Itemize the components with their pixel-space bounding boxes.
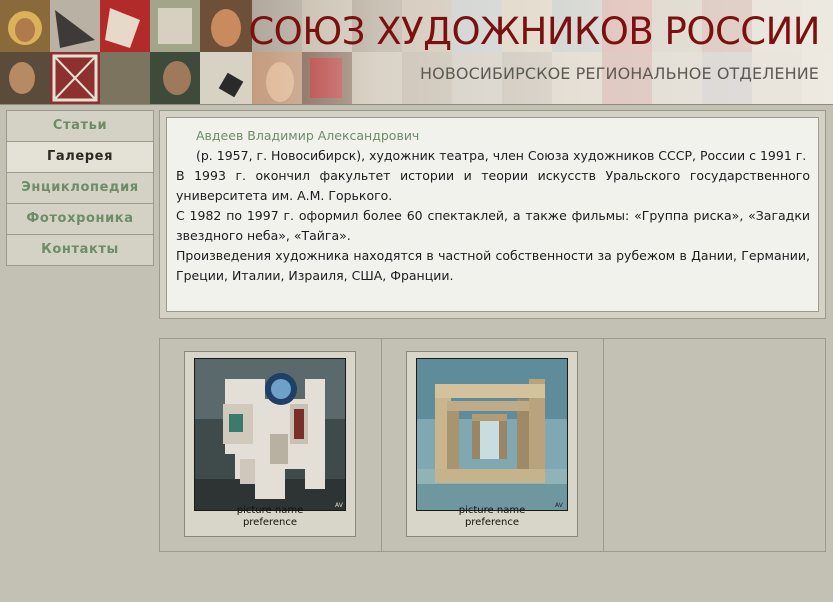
- painting-abstract-architecture-image: AV: [195, 359, 345, 510]
- nav-item-photo-chronicle[interactable]: Фотохроника: [6, 203, 154, 234]
- nav-item-articles[interactable]: Статьи: [6, 110, 154, 141]
- picture-preference-caption: preference: [464, 517, 520, 528]
- artist-bio-panel: Авдеев Владимир Александрович (р. 1957, …: [159, 110, 826, 319]
- painting-wooden-frame-structure-image: AV: [417, 359, 567, 510]
- painting-thumbnail[interactable]: AV: [416, 358, 568, 511]
- bio-paragraph-2: В 1993 г. окончил факультет истории и те…: [176, 168, 810, 203]
- gallery-item[interactable]: AV picture name preference: [406, 351, 578, 537]
- sidebar-nav: Статьи Галерея Энциклопедия Фотохроника …: [6, 110, 154, 266]
- nav-item-gallery[interactable]: Галерея: [6, 141, 154, 172]
- painting-thumbnail[interactable]: AV: [194, 358, 346, 511]
- gallery-cell: AV picture name preference: [160, 339, 382, 551]
- picture-name-caption: picture name: [236, 505, 304, 516]
- site-subtitle: НОВОСИБИРСКОЕ РЕГИОНАЛЬНОЕ ОТДЕЛЕНИЕ: [420, 64, 819, 83]
- bio-paragraph-3: С 1982 по 1997 г. оформил более 60 спект…: [176, 208, 810, 243]
- artist-name: Авдеев Владимир Александрович: [196, 128, 420, 143]
- nav-item-contacts[interactable]: Контакты: [6, 234, 154, 266]
- artist-bio-content: Авдеев Владимир Александрович (р. 1957, …: [166, 117, 819, 312]
- picture-name-caption: picture name: [458, 505, 526, 516]
- bio-paragraph-1: (р. 1957, г. Новосибирск), художник теат…: [196, 148, 807, 163]
- site-header: СОЮЗ ХУДОЖНИКОВ РОССИИ НОВОСИБИРСКОЕ РЕГ…: [0, 0, 833, 105]
- picture-preference-caption: preference: [242, 517, 298, 528]
- site-title: СОЮЗ ХУДОЖНИКОВ РОССИИ: [248, 10, 820, 53]
- gallery-cell-empty: [604, 339, 825, 551]
- bio-paragraph-4: Произведения художника находятся в частн…: [176, 248, 810, 283]
- gallery-cell: AV picture name preference: [382, 339, 604, 551]
- gallery-item[interactable]: AV picture name preference: [184, 351, 356, 537]
- nav-item-encyclopedia[interactable]: Энциклопедия: [6, 172, 154, 203]
- gallery-grid: AV picture name preference AV picture na…: [159, 338, 826, 552]
